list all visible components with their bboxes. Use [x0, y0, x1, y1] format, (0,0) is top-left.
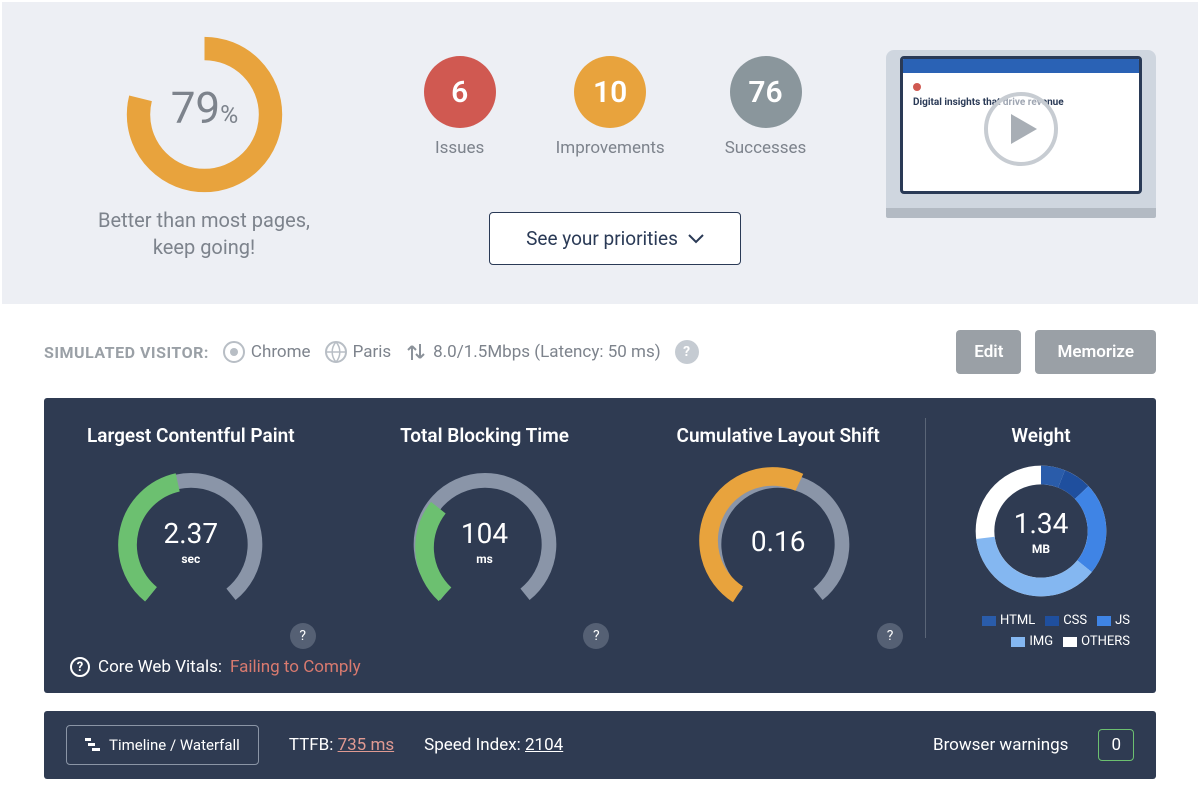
- browser-warnings-label: Browser warnings: [933, 735, 1068, 755]
- play-icon: [1011, 114, 1037, 144]
- score-caption: Better than most pages,keep going!: [44, 207, 364, 261]
- network-item: 8.0/1.5Mbps (Latency: 50 ms): [405, 341, 661, 363]
- simvisitor-label: SIMULATED VISITOR:: [44, 343, 209, 362]
- ttfb-value[interactable]: 735 ms: [338, 735, 395, 755]
- weight-legend: HTML CSS JS IMG OTHERS: [926, 613, 1156, 649]
- tbt-help-icon[interactable]: ?: [583, 623, 609, 649]
- browser-warnings-count[interactable]: 0: [1098, 729, 1134, 761]
- memorize-button[interactable]: Memorize: [1035, 330, 1156, 374]
- improvements-bubble[interactable]: 10 Improvements: [556, 56, 665, 158]
- lcp-help-icon[interactable]: ?: [290, 623, 316, 649]
- see-priorities-button[interactable]: See your priorities: [489, 212, 741, 265]
- score-value: 79%: [170, 82, 238, 134]
- issues-count: 6: [424, 56, 496, 128]
- issues-bubble[interactable]: 6 Issues: [424, 56, 496, 158]
- summary-bubbles: 6 Issues 10 Improvements 76 Successes: [424, 56, 807, 158]
- timeline-waterfall-button[interactable]: Timeline / Waterfall: [66, 725, 259, 765]
- updown-icon: [405, 341, 427, 363]
- browser-item: Chrome: [223, 341, 311, 363]
- cwv-status-value: Failing to Comply: [230, 657, 361, 677]
- play-button[interactable]: [984, 92, 1058, 166]
- speed-index-value[interactable]: 2104: [525, 735, 563, 755]
- globe-icon: [325, 341, 347, 363]
- simulated-visitor-bar: SIMULATED VISITOR: Chrome Paris 8.0/1.5M…: [2, 304, 1198, 398]
- simvisitor-help-icon[interactable]: ?: [675, 340, 699, 364]
- successes-count: 76: [730, 56, 802, 128]
- footer-bar: Timeline / Waterfall TTFB: 735 ms Speed …: [44, 711, 1156, 779]
- cls-metric: Cumulative Layout Shift 0.16 ?: [631, 424, 925, 649]
- weight-metric: Weight 1.34MB HTML CSS JS IMG OTHERS: [926, 424, 1156, 649]
- improvements-count: 10: [574, 56, 646, 128]
- ttfb: TTFB: 735 ms: [289, 735, 394, 755]
- cls-help-icon[interactable]: ?: [877, 623, 903, 649]
- speed-index: Speed Index: 2104: [424, 735, 563, 755]
- chrome-icon: [223, 341, 245, 363]
- location-item: Paris: [325, 341, 392, 363]
- hero-panel: 79% Better than most pages,keep going! 6…: [2, 2, 1198, 304]
- core-web-vitals-status: ? Core Web Vitals: Failing to Comply: [44, 649, 1156, 677]
- preview-laptop: Digital insights that drive revenue: [886, 50, 1156, 218]
- lcp-metric: Largest Contentful Paint 2.37sec ?: [44, 424, 338, 649]
- successes-bubble[interactable]: 76 Successes: [725, 56, 807, 158]
- waterfall-icon: [85, 738, 101, 752]
- tbt-metric: Total Blocking Time 104ms ?: [338, 424, 632, 649]
- score-ring: 79%: [122, 32, 287, 197]
- score-column: 79% Better than most pages,keep going!: [44, 32, 364, 261]
- metrics-panel: Largest Contentful Paint 2.37sec ? Total…: [44, 398, 1156, 693]
- chevron-down-icon: [688, 234, 704, 244]
- edit-button[interactable]: Edit: [956, 330, 1021, 374]
- cwv-help-icon[interactable]: ?: [70, 657, 90, 677]
